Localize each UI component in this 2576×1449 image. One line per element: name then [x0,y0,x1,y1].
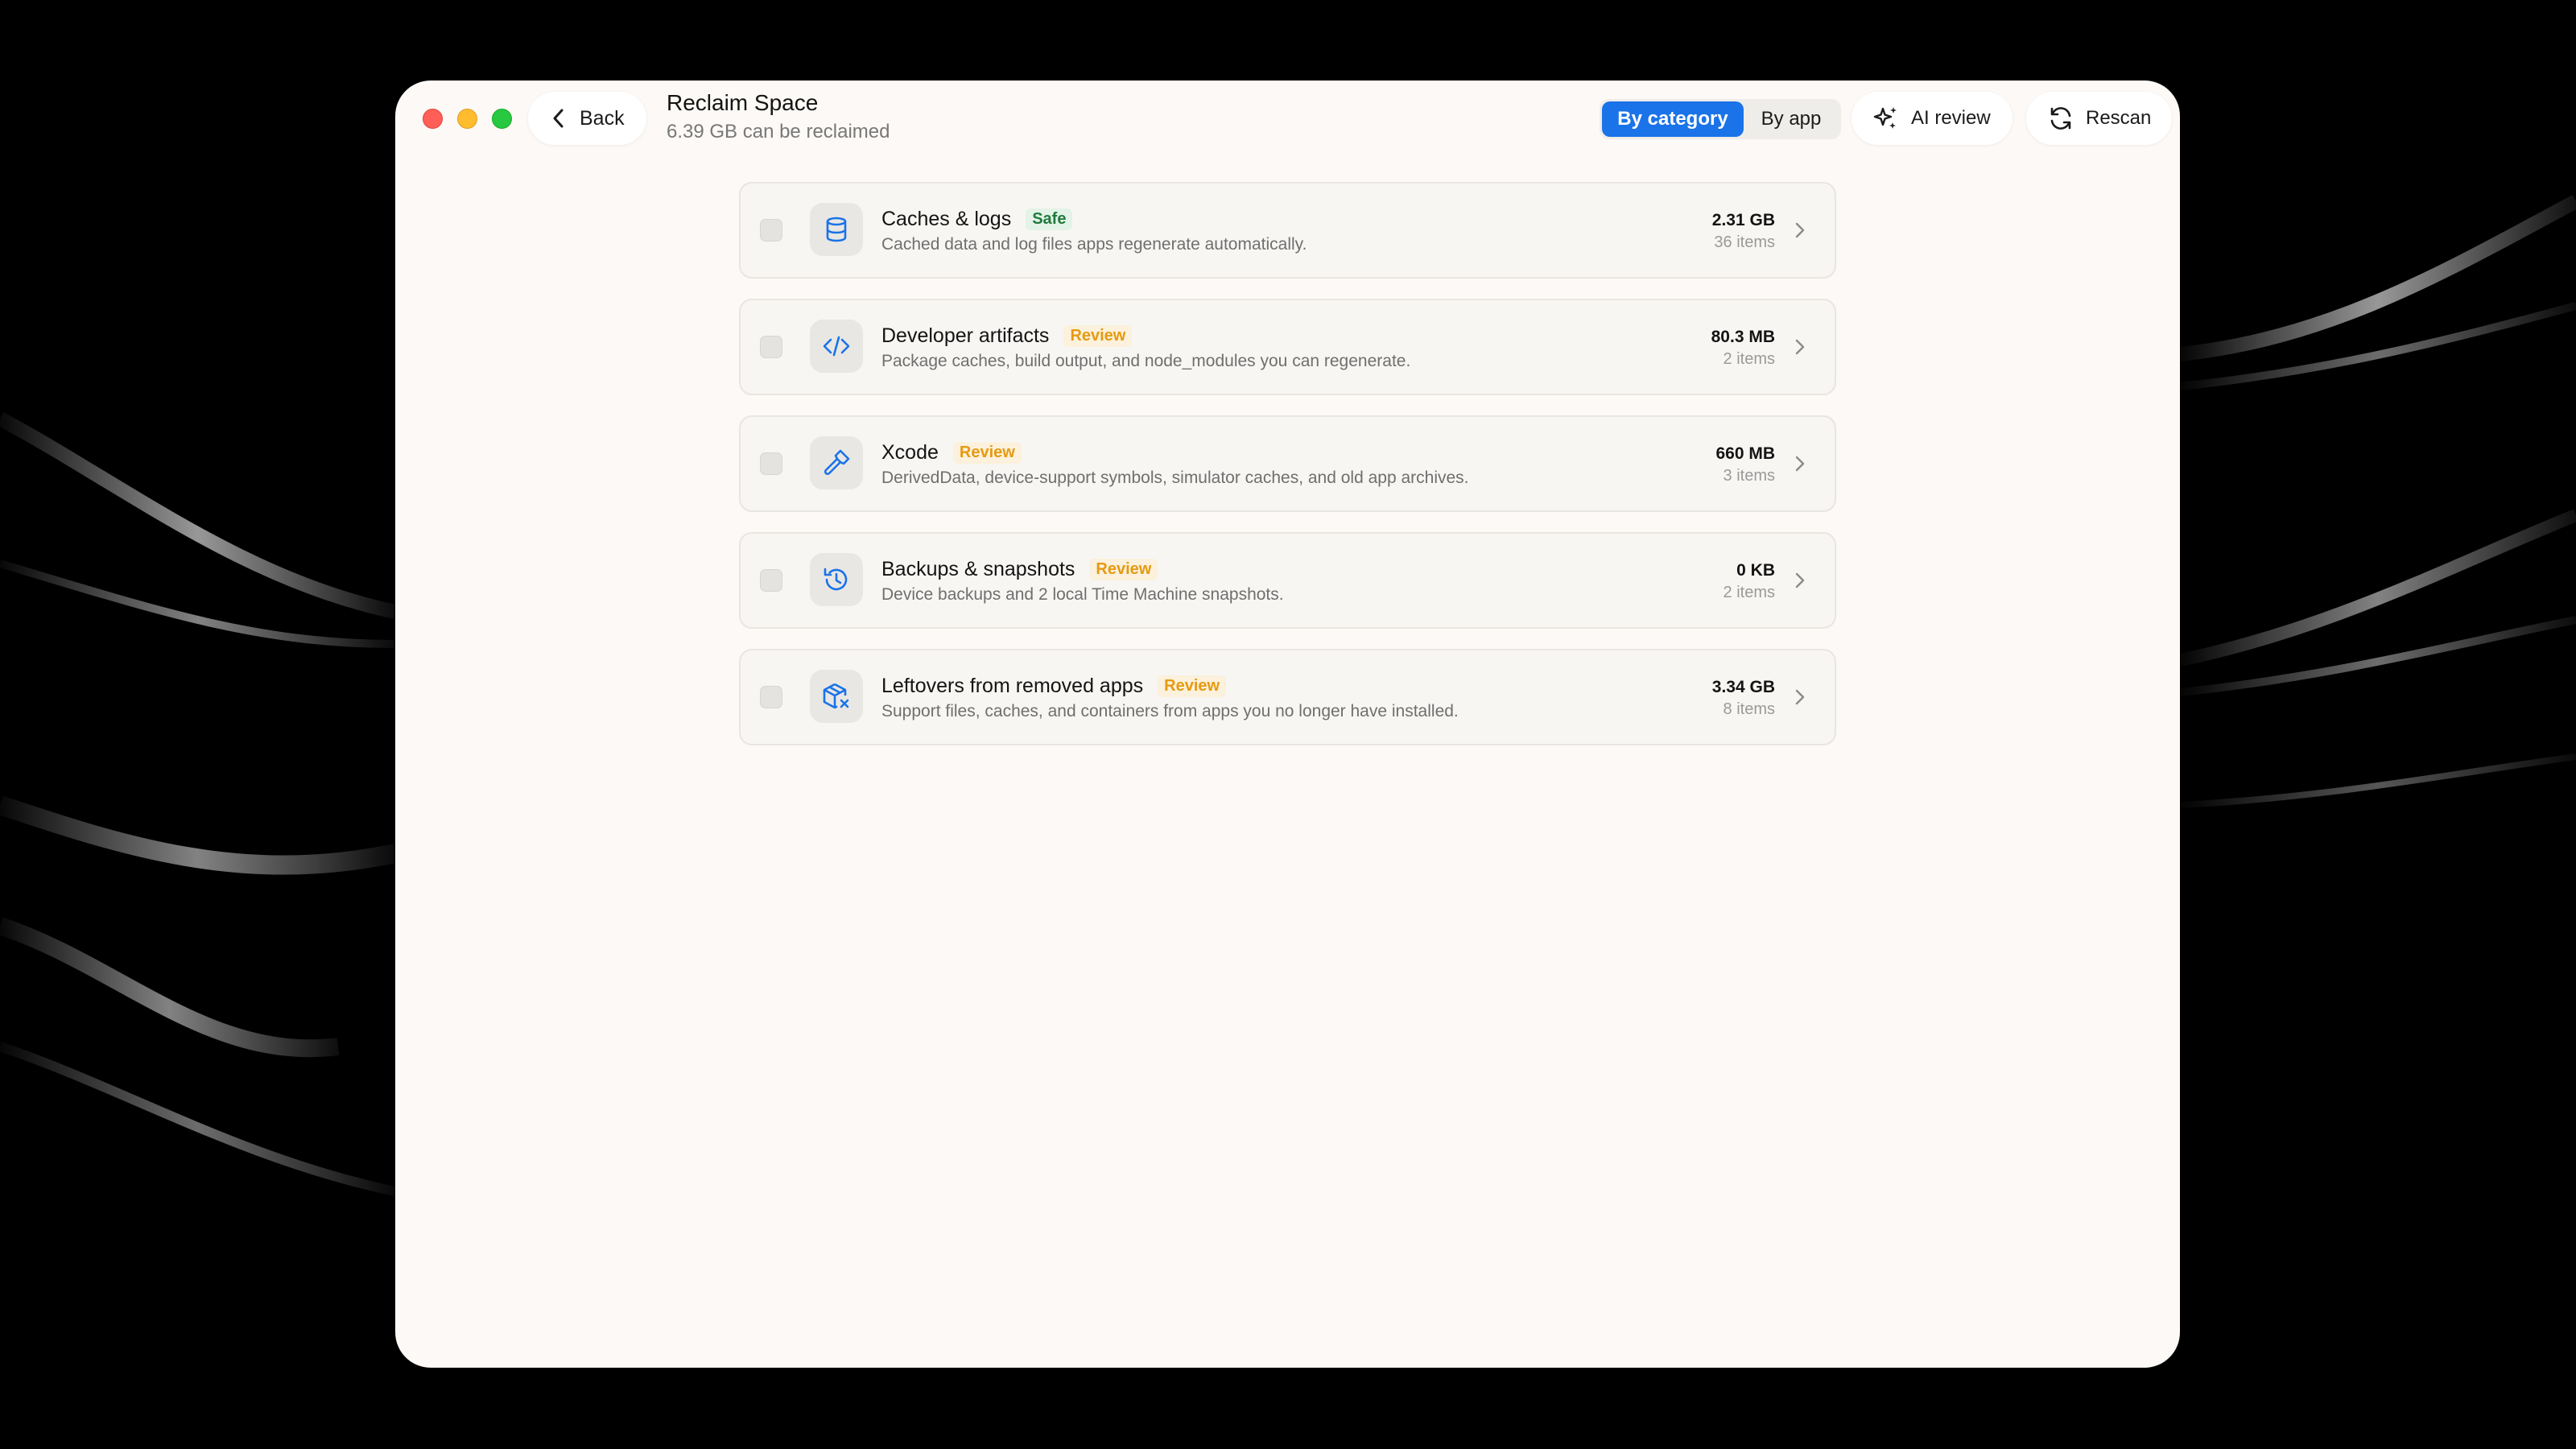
category-item-count: 8 items [1723,700,1775,718]
chevron-left-icon [553,109,564,128]
status-badge: Review [1063,325,1133,347]
category-size: 660 MB [1715,444,1775,463]
status-badge: Review [1158,675,1227,697]
category-name: Xcode [881,441,939,464]
category-checkbox[interactable] [760,686,782,708]
hammer-icon [810,436,863,489]
category-item-count: 2 items [1723,584,1775,601]
category-checkbox[interactable] [760,569,782,592]
category-row-leftovers[interactable]: Leftovers from removed apps Review Suppo… [739,649,1836,745]
category-size: 2.31 GB [1711,211,1775,229]
status-badge: Safe [1026,208,1073,230]
chevron-right-icon [1795,572,1805,588]
category-item-count: 3 items [1723,467,1775,485]
category-row-caches-logs[interactable]: Caches & logs Safe Cached data and log f… [739,182,1836,279]
chevron-right-icon [1795,456,1805,472]
category-size: 80.3 MB [1711,328,1775,346]
chevron-right-icon [1795,222,1805,238]
status-badge: Review [1089,559,1158,580]
category-list: Caches & logs Safe Cached data and log f… [739,182,1836,766]
category-name: Developer artifacts [881,324,1050,347]
chevron-right-icon [1795,339,1805,355]
category-description: Support files, caches, and containers fr… [881,702,1459,720]
category-description: Device backups and 2 local Time Machine … [881,585,1284,604]
history-icon [810,553,863,606]
category-name: Backups & snapshots [881,558,1075,580]
view-by-category-segment[interactable]: By category [1602,101,1744,137]
category-row-developer-artifacts[interactable]: Developer artifacts Review Package cache… [739,299,1836,395]
ai-review-label: AI review [1911,107,1991,129]
code-icon [810,320,863,373]
category-checkbox[interactable] [760,452,782,475]
rescan-label: Rescan [2086,107,2152,129]
category-name: Leftovers from removed apps [881,675,1144,697]
reclaimable-summary: 6.39 GB can be reclaimed [667,121,890,142]
category-row-backups-snapshots[interactable]: Backups & snapshots Review Device backup… [739,532,1836,629]
category-size: 3.34 GB [1711,678,1775,696]
rescan-button[interactable]: Rescan [2026,92,2172,145]
view-by-app-segment[interactable]: By app [1744,101,1839,137]
category-name: Caches & logs [881,208,1012,230]
category-checkbox[interactable] [760,336,782,358]
view-mode-segmented-control: By category By app [1600,99,1841,139]
package-x-icon [810,670,863,723]
status-badge: Review [952,442,1022,464]
database-icon [810,203,863,256]
minimize-window-button[interactable] [457,109,477,129]
refresh-icon [2050,107,2071,130]
category-description: DerivedData, device-support symbols, sim… [881,469,1469,487]
ai-review-button[interactable]: AI review [1852,92,2013,145]
chevron-right-icon [1795,689,1805,705]
page-title: Reclaim Space [667,90,819,115]
zoom-window-button[interactable] [492,109,512,129]
category-row-xcode[interactable]: Xcode Review DerivedData, device-support… [739,415,1836,512]
category-description: Cached data and log files apps regenerat… [881,235,1307,254]
category-item-count: 36 items [1714,233,1775,251]
back-button-label: Back [580,106,625,130]
sparkles-icon [1873,107,1897,129]
category-checkbox[interactable] [760,219,782,242]
category-description: Package caches, build output, and node_m… [881,352,1411,370]
category-size: 0 KB [1736,561,1775,580]
category-item-count: 2 items [1723,350,1775,368]
back-button[interactable]: Back [528,92,646,145]
close-window-button[interactable] [423,109,443,129]
